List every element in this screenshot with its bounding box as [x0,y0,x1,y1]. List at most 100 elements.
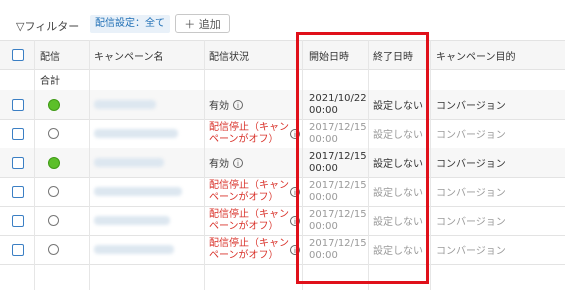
delivery-toggle-cell [48,177,59,206]
delivery-status-cell: 有効 i [209,90,297,119]
info-icon[interactable]: i [290,186,300,197]
objective: コンバージョン [436,101,506,112]
row-checkbox[interactable] [12,185,24,198]
select-all-cell [12,41,24,69]
end-date-cell: 設定しない [373,148,423,177]
delivery-status-cell: 配信停止（キャンペーンがオフ） i [209,235,300,264]
end-date: 設定しない [373,101,423,112]
start-date: 2017/12/15 00:00 [309,150,367,174]
delivery-setting-chip[interactable]: 配信設定：全て [90,15,170,33]
info-icon[interactable]: i [233,157,243,168]
delivery-toggle-cell [48,206,59,235]
header-objective[interactable]: キャンペーン目的 [436,41,516,69]
add-label: 追加 [198,18,221,31]
campaign-name-redacted[interactable] [94,245,174,254]
table-row[interactable]: 配信停止（キャンペーンがオフ） i 2017/12/15 00:00 設定しない… [0,177,565,207]
table-row[interactable]: 有効 i 2021/10/22 00:00 設定しない コンバージョン [0,90,565,120]
info-icon[interactable]: i [290,215,300,226]
delivery-status-cell: 有効 i [209,148,297,177]
header-campaign-name[interactable]: キャンペーン名 [94,41,164,69]
objective: コンバージョン [436,188,506,199]
status-text: 有効 [209,159,229,170]
filter-button[interactable]: ▽フィルター [16,18,79,34]
start-date-cell: 2017/12/15 00:00 [309,206,369,235]
info-icon[interactable]: i [290,128,300,139]
delivery-status-cell: 配信停止（キャンペーンがオフ） i [209,177,300,206]
start-date-cell: 2017/12/15 00:00 [309,235,369,264]
campaign-name-redacted[interactable] [94,216,170,225]
info-icon[interactable]: i [233,99,243,110]
campaign-name-redacted[interactable] [94,158,164,167]
end-date: 設定しない [373,246,423,257]
end-date-cell: 設定しない [373,177,423,206]
objective-cell: コンバージョン [436,206,506,235]
status-text: 配信停止（キャンペーンがオフ） [209,179,289,203]
delivery-toggle-cell [48,148,60,177]
start-date-cell: 2017/12/15 00:00 [309,148,369,177]
header-delivery-status[interactable]: 配信状況 [209,41,249,69]
total-label: 合計 [40,75,60,87]
table-row[interactable]: 配信停止（キャンペーンがオフ） i 2017/12/15 00:00 設定しない… [0,235,565,265]
filter-label: フィルター [24,20,80,33]
row-select-cell [12,177,24,206]
delivery-toggle-cell [48,90,60,119]
objective: コンバージョン [436,130,506,141]
status-text: 配信停止（キャンペーンがオフ） [209,208,289,232]
delivery-toggle[interactable] [48,156,60,169]
plus-icon: ＋ [184,18,196,31]
campaign-name-cell [94,206,170,235]
info-icon[interactable]: i [290,244,300,255]
header-start-date[interactable]: 開始日時 [309,41,349,69]
delivery-toggle-cell [48,235,59,264]
end-date-cell: 設定しない [373,235,423,264]
add-button[interactable]: ＋ 追加 [175,14,230,33]
row-select-cell [12,119,24,148]
end-date-cell: 設定しない [373,206,423,235]
table-header: 配信 キャンペーン名 配信状況 開始日時 終了日時 キャンペーン目的 [0,40,565,70]
row-select-cell [12,235,24,264]
header-delivery[interactable]: 配信 [40,41,60,69]
end-date-cell: 設定しない [373,90,423,119]
campaign-name-redacted[interactable] [94,187,182,196]
campaign-name-cell [94,177,182,206]
start-date: 2017/12/15 00:00 [309,179,367,203]
objective: コンバージョン [436,159,506,170]
row-checkbox[interactable] [12,243,24,256]
start-date-cell: 2017/12/15 00:00 [309,119,369,148]
delivery-toggle[interactable] [48,98,60,111]
row-checkbox[interactable] [12,127,24,140]
campaign-name-cell [94,90,156,119]
objective-cell: コンバージョン [436,119,506,148]
row-checkbox[interactable] [12,98,24,111]
delivery-status-cell: 配信停止（キャンペーンがオフ） i [209,119,300,148]
objective-cell: コンバージョン [436,148,506,177]
campaign-name-redacted[interactable] [94,129,178,138]
table-row[interactable]: 配信停止（キャンペーンがオフ） i 2017/12/15 00:00 設定しない… [0,206,565,236]
row-checkbox[interactable] [12,214,24,227]
campaign-name-cell [94,148,164,177]
campaign-name-cell [94,119,178,148]
table-row[interactable]: 有効 i 2017/12/15 00:00 設定しない コンバージョン [0,148,565,178]
objective-cell: コンバージョン [436,177,506,206]
start-date: 2017/12/15 00:00 [309,208,367,232]
row-checkbox[interactable] [12,156,24,169]
end-date: 設定しない [373,159,423,170]
status-text: 配信停止（キャンペーンがオフ） [209,237,289,261]
campaign-name-redacted[interactable] [94,100,156,109]
end-date: 設定しない [373,188,423,199]
status-text: 有効 [209,101,229,112]
start-date: 2017/12/15 00:00 [309,237,367,261]
objective: コンバージョン [436,217,506,228]
objective-cell: コンバージョン [436,235,506,264]
campaign-name-cell [94,235,174,264]
delivery-toggle[interactable] [48,244,59,255]
start-date-cell: 2021/10/22 00:00 [309,90,369,119]
header-end-date[interactable]: 終了日時 [373,41,413,69]
status-text: 配信停止（キャンペーンがオフ） [209,121,289,145]
delivery-toggle[interactable] [48,186,59,197]
delivery-toggle[interactable] [48,215,59,226]
toolbar: ▽フィルター 配信設定：全て ＋ 追加 [0,0,565,40]
table-row[interactable]: 配信停止（キャンペーンがオフ） i 2017/12/15 00:00 設定しない… [0,119,565,149]
delivery-toggle[interactable] [48,128,59,139]
select-all-checkbox[interactable] [12,49,24,61]
